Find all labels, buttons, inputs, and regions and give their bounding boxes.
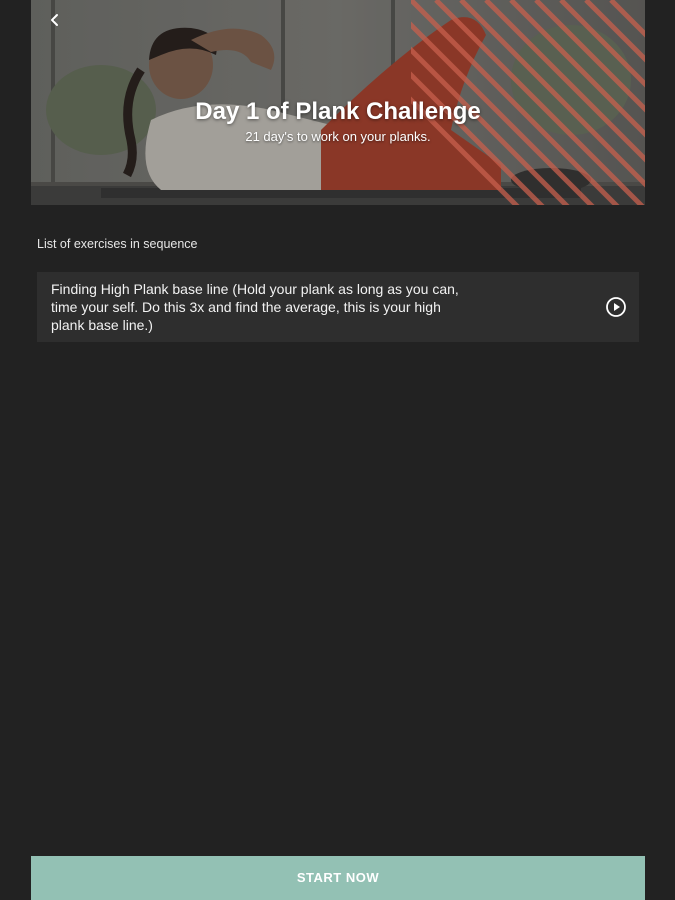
plank-challenge-screen: Day 1 of Plank Challenge 21 day's to wor… (0, 0, 675, 900)
chevron-left-icon (51, 14, 58, 26)
exercise-list-item[interactable]: Finding High Plank base line (Hold your … (37, 272, 639, 342)
exercise-description: Finding High Plank base line (Hold your … (51, 281, 459, 333)
page-title: Day 1 of Plank Challenge (195, 98, 481, 125)
exercise-list-label: List of exercises in sequence (37, 237, 198, 251)
play-circle-icon[interactable] (605, 296, 627, 318)
hero-banner: Day 1 of Plank Challenge 21 day's to wor… (31, 0, 645, 205)
page-subtitle: 21 day's to work on your planks. (245, 129, 431, 144)
back-button[interactable] (41, 6, 69, 34)
start-now-button[interactable]: START NOW (31, 856, 645, 900)
